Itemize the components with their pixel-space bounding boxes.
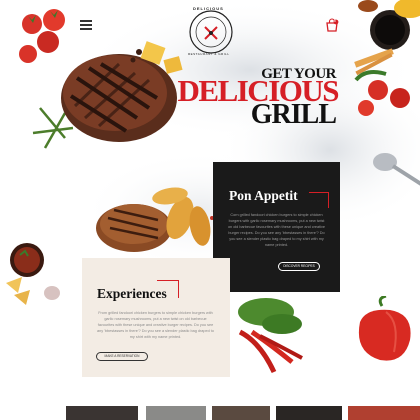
menu-icon-bar [80,28,92,30]
menu-icon [80,20,92,22]
cart-button[interactable]: 0 [324,18,340,34]
fork-image [373,153,420,186]
spices-image [354,0,420,116]
make-reservation-button[interactable]: MAKE A RESERVATION [96,352,148,361]
cart-count: 0 [334,19,336,24]
grilled-chicken-image [96,187,214,252]
sauce-bowl-image [6,243,60,305]
landing-page: DELICIOUS RESTAURANT & GRILL 0 GET YOUR … [0,0,420,420]
card-light-body: From grilled fandoori chicken burgers to… [97,311,214,339]
menu-icon-bar [80,24,92,26]
chili-herbs-image [238,298,303,374]
pon-appetit-card: Pon Appetit Corn grilled fandoori chicke… [213,162,340,292]
hero-line-3: GRILL [250,99,337,130]
card-light-title: Experiences [97,286,167,301]
gallery-strip [66,406,420,420]
red-corner-decoration [157,280,179,298]
experiences-card: Experiences From grilled fandoori chicke… [82,258,230,377]
steak-image [32,41,183,149]
logo-text-top: DELICIOUS [193,6,224,11]
menu-button[interactable] [80,20,92,30]
red-corner-decoration [309,192,329,208]
card-dark-body: Corn grilled fandoori chicken burgers to… [227,213,326,247]
cart-icon [326,18,339,32]
bell-pepper-image [358,296,411,361]
discover-recipes-button[interactable]: DISCOVER RECIPES [278,262,320,271]
